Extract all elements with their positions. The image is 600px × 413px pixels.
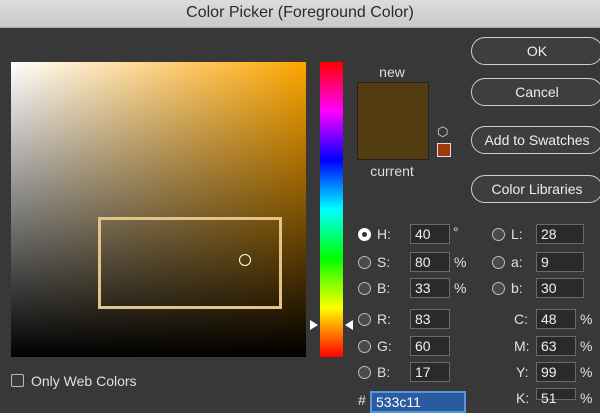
input-l[interactable]: 28 xyxy=(536,224,584,244)
selection-highlight xyxy=(98,217,282,309)
current-color-swatch[interactable] xyxy=(357,120,429,160)
radio-a[interactable] xyxy=(492,256,505,269)
input-k[interactable]: 51 xyxy=(536,388,576,406)
hue-slider-right-handle[interactable] xyxy=(345,320,353,330)
input-s[interactable]: 80 xyxy=(410,252,450,272)
input-b-lab[interactable]: 30 xyxy=(536,278,584,298)
radio-s[interactable] xyxy=(358,256,371,269)
label-m: M: xyxy=(514,338,530,354)
hex-label: # xyxy=(358,392,366,408)
radio-b-lab[interactable] xyxy=(492,282,505,295)
input-b-hsb[interactable]: 33 xyxy=(410,278,450,298)
cancel-button[interactable]: Cancel xyxy=(471,78,600,106)
unit-b-hsb: % xyxy=(454,280,467,296)
new-color-swatch xyxy=(357,82,429,121)
label-r: R: xyxy=(377,311,391,327)
radio-r[interactable] xyxy=(358,313,371,326)
radio-b-rgb[interactable] xyxy=(358,366,371,379)
radio-l[interactable] xyxy=(492,228,505,241)
hue-slider[interactable] xyxy=(320,62,343,357)
radio-b-hsb[interactable] xyxy=(358,282,371,295)
label-g: G: xyxy=(377,338,392,354)
hex-input[interactable]: 533c11 xyxy=(370,391,466,413)
radio-g[interactable] xyxy=(358,340,371,353)
unit-m: % xyxy=(580,338,593,354)
input-a[interactable]: 9 xyxy=(536,252,584,272)
input-r[interactable]: 83 xyxy=(410,309,450,329)
add-to-swatches-button[interactable]: Add to Swatches xyxy=(471,126,600,154)
input-m[interactable]: 63 xyxy=(536,336,576,356)
label-h: H: xyxy=(377,226,391,242)
label-b-rgb: B: xyxy=(377,364,391,380)
label-c: C: xyxy=(514,311,528,327)
input-h[interactable]: 40 xyxy=(410,224,450,244)
unit-y: % xyxy=(580,364,593,380)
radio-h[interactable] xyxy=(358,228,371,241)
color-field[interactable] xyxy=(11,62,306,357)
title-bar: Color Picker (Foreground Color) xyxy=(0,0,600,28)
input-b-rgb[interactable]: 17 xyxy=(410,362,450,382)
new-color-label: new xyxy=(379,64,405,80)
input-g[interactable]: 60 xyxy=(410,336,450,356)
unit-k: % xyxy=(580,390,593,406)
input-c[interactable]: 48 xyxy=(536,309,576,329)
label-k: K: xyxy=(516,390,530,406)
hue-slider-left-handle[interactable] xyxy=(310,320,318,330)
ok-button[interactable]: OK xyxy=(471,37,600,65)
window-title: Color Picker (Foreground Color) xyxy=(186,4,414,21)
label-y: Y: xyxy=(516,364,529,380)
label-a: a: xyxy=(511,254,523,270)
current-color-label: current xyxy=(370,163,414,179)
unit-h: ° xyxy=(453,224,459,240)
only-web-colors-checkbox[interactable] xyxy=(11,374,24,387)
web-safe-warning-cube-icon[interactable]: ⬡ xyxy=(437,124,448,140)
color-libraries-button[interactable]: Color Libraries xyxy=(471,175,600,203)
label-b-lab: b: xyxy=(511,280,523,296)
label-s: S: xyxy=(377,254,391,270)
unit-c: % xyxy=(580,311,593,327)
color-field-cursor[interactable] xyxy=(239,254,251,266)
label-b-hsb: B: xyxy=(377,280,391,296)
input-y[interactable]: 99 xyxy=(536,362,576,382)
label-l: L: xyxy=(511,226,523,242)
unit-s: % xyxy=(454,254,467,270)
only-web-colors-label[interactable]: Only Web Colors xyxy=(31,373,137,389)
web-safe-color-swatch[interactable] xyxy=(437,143,451,157)
